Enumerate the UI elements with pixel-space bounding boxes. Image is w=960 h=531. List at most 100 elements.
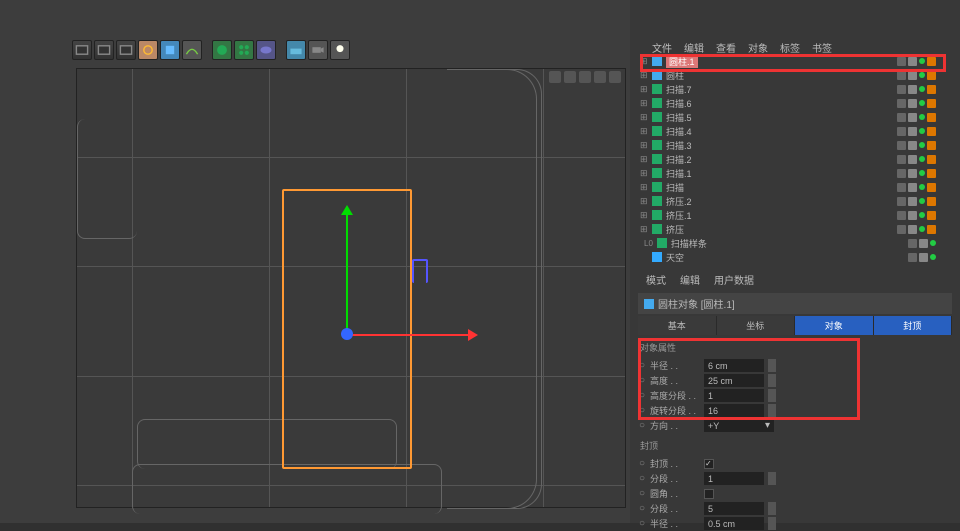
prop-value-input[interactable]: 1	[704, 389, 764, 402]
ext-icon	[652, 224, 662, 234]
prop-value-input[interactable]: 25 cm	[704, 374, 764, 387]
spinner[interactable]	[768, 472, 776, 485]
viewport-controls[interactable]	[549, 71, 621, 83]
light-btn[interactable]	[330, 40, 350, 60]
menu-file[interactable]: 文件	[652, 40, 672, 55]
render-btn-2[interactable]	[94, 40, 114, 60]
attr-menu-edit[interactable]: 编辑	[680, 272, 700, 287]
object-row[interactable]: 扫描.7	[640, 82, 946, 96]
object-row[interactable]: 挤压.2	[640, 194, 946, 208]
object-row[interactable]: 圆柱.1	[640, 54, 946, 68]
menu-view[interactable]: 查看	[716, 40, 736, 55]
object-row[interactable]: 扫描.4	[640, 124, 946, 138]
object-row[interactable]: 扫描.3	[640, 138, 946, 152]
nurbs-btn[interactable]	[212, 40, 232, 60]
object-tags[interactable]	[897, 57, 936, 66]
object-manager-menu[interactable]: 文件 编辑 查看 对象 标签 书签	[652, 40, 832, 55]
prop-dropdown[interactable]: +Y▾	[704, 419, 774, 432]
object-tags[interactable]	[897, 225, 936, 234]
object-row[interactable]: 扫描.2	[640, 152, 946, 166]
prop-value-input[interactable]: 0.5 cm	[704, 517, 764, 530]
gear-btn[interactable]	[138, 40, 158, 60]
spinner[interactable]	[768, 517, 776, 530]
object-name[interactable]: 扫描.5	[666, 111, 692, 124]
object-manager-list[interactable]: 圆柱.1圆柱扫描.7扫描.6扫描.5扫描.4扫描.3扫描.2扫描.1扫描挤压.2…	[640, 54, 946, 264]
viewport[interactable]	[76, 68, 626, 508]
object-name[interactable]: 扫描.6	[666, 97, 692, 110]
object-name[interactable]: 扫描	[666, 181, 684, 194]
object-row[interactable]: L0扫描样条	[640, 236, 946, 250]
menu-object[interactable]: 对象	[748, 40, 768, 55]
object-name[interactable]: 天空	[666, 251, 684, 264]
object-tags[interactable]	[897, 113, 936, 122]
object-row[interactable]: 扫描.5	[640, 110, 946, 124]
object-row[interactable]: 挤压.1	[640, 208, 946, 222]
gizmo-center[interactable]	[341, 328, 353, 340]
object-name[interactable]: 扫描.1	[666, 167, 692, 180]
object-tags[interactable]	[897, 183, 936, 192]
property-row: ○圆角 . .	[638, 486, 952, 501]
attr-menu-userdata[interactable]: 用户数据	[714, 272, 754, 287]
floor-btn[interactable]	[286, 40, 306, 60]
object-name[interactable]: 扫描.2	[666, 153, 692, 166]
object-name[interactable]: 扫描.7	[666, 83, 692, 96]
spinner[interactable]	[768, 404, 776, 417]
attribute-menu[interactable]: 模式 编辑 用户数据	[638, 270, 952, 289]
object-name[interactable]: 扫描.4	[666, 125, 692, 138]
object-name[interactable]: 扫描样条	[671, 237, 707, 250]
camera-btn[interactable]	[308, 40, 328, 60]
object-tags[interactable]	[897, 99, 936, 108]
attr-menu-mode[interactable]: 模式	[646, 272, 666, 287]
object-tags[interactable]	[897, 211, 936, 220]
object-tags[interactable]	[897, 169, 936, 178]
prop-checkbox[interactable]	[704, 459, 714, 469]
object-row[interactable]: 挤压	[640, 222, 946, 236]
object-tags[interactable]	[897, 141, 936, 150]
cyl-icon	[652, 56, 662, 66]
object-tags[interactable]	[908, 253, 936, 262]
object-row[interactable]: 天空	[640, 250, 946, 264]
y-axis-gizmo[interactable]	[346, 207, 348, 337]
spinner[interactable]	[768, 374, 776, 387]
render-btn-3[interactable]	[116, 40, 136, 60]
prop-value-input[interactable]: 16	[704, 404, 764, 417]
object-tags[interactable]	[897, 85, 936, 94]
spinner[interactable]	[768, 359, 776, 372]
prop-value-input[interactable]: 6 cm	[704, 359, 764, 372]
array-btn[interactable]	[234, 40, 254, 60]
object-name[interactable]: 圆柱.1	[666, 55, 698, 68]
object-row[interactable]: 圆柱	[640, 68, 946, 82]
deform-btn[interactable]	[256, 40, 276, 60]
spinner[interactable]	[768, 389, 776, 402]
object-name[interactable]: 挤压.2	[666, 195, 692, 208]
object-name[interactable]: 挤压	[666, 223, 684, 236]
menu-bookmark[interactable]: 书签	[812, 40, 832, 55]
tab-basic[interactable]: 基本	[638, 316, 717, 335]
spinner[interactable]	[768, 502, 776, 515]
object-tags[interactable]	[897, 197, 936, 206]
render-btn-1[interactable]	[72, 40, 92, 60]
object-tags[interactable]	[897, 71, 936, 80]
tab-object[interactable]: 对象	[795, 316, 874, 335]
tab-cap[interactable]: 封顶	[874, 316, 953, 335]
x-axis-gizmo[interactable]	[346, 334, 476, 336]
prop-checkbox[interactable]	[704, 489, 714, 499]
spline-btn[interactable]	[182, 40, 202, 60]
menu-edit[interactable]: 编辑	[684, 40, 704, 55]
object-tags[interactable]	[897, 155, 936, 164]
z-axis-gizmo[interactable]	[412, 259, 428, 283]
prop-label: 半径 . .	[650, 517, 700, 530]
menu-tag[interactable]: 标签	[780, 40, 800, 55]
object-row[interactable]: 扫描	[640, 180, 946, 194]
object-row[interactable]: 扫描.1	[640, 166, 946, 180]
cube-btn[interactable]	[160, 40, 180, 60]
prop-value-input[interactable]: 5	[704, 502, 764, 515]
object-name[interactable]: 挤压.1	[666, 209, 692, 222]
object-name[interactable]: 圆柱	[666, 69, 684, 82]
object-tags[interactable]	[897, 127, 936, 136]
prop-value-input[interactable]: 1	[704, 472, 764, 485]
tab-coord[interactable]: 坐标	[717, 316, 796, 335]
object-row[interactable]: 扫描.6	[640, 96, 946, 110]
object-tags[interactable]	[908, 239, 936, 248]
object-name[interactable]: 扫描.3	[666, 139, 692, 152]
